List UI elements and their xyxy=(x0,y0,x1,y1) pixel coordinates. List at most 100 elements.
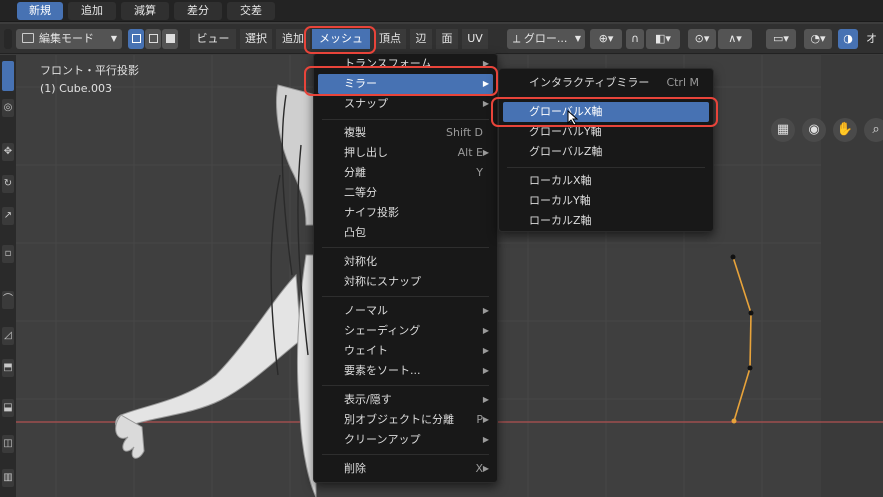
bevel-tool[interactable]: ◫ xyxy=(2,435,14,453)
mirror-item-local-x[interactable]: ローカルX軸 xyxy=(503,171,709,191)
tab-difference[interactable]: 差分 xyxy=(174,2,222,20)
orientation-axes-icon: ⟂ xyxy=(513,32,524,45)
edge-select-mode-button[interactable] xyxy=(145,29,161,49)
menu-uv[interactable]: UV xyxy=(462,29,488,49)
mesh-menu-item-split[interactable]: 分離 Y xyxy=(318,163,493,183)
mesh-menu: トランスフォーム ▶ ミラー ▶ スナップ ▶ 複製 Shift D 押し出し Alt E… xyxy=(313,53,498,483)
mesh-menu-item-snap[interactable]: スナップ ▶ xyxy=(318,94,493,114)
mode-select-label: 編集モード xyxy=(39,32,94,45)
mirror-item-label: ローカルY軸 xyxy=(529,194,591,207)
mesh-menu-item-duplicate[interactable]: 複製 Shift D xyxy=(318,123,493,143)
mesh-menu-item-separate[interactable]: 別オブジェクトに分離 P ▶ xyxy=(318,410,493,430)
gizmo-select[interactable]: ◔▾ xyxy=(804,29,832,49)
inset-icon: ⬓ xyxy=(3,402,13,413)
inset-tool[interactable]: ⬓ xyxy=(2,399,14,417)
camera-icon[interactable]: ◉ xyxy=(802,118,826,142)
mesh-menu-item-label: 対称化 xyxy=(344,255,377,268)
mesh-menu-item-delete[interactable]: 削除 X ▶ xyxy=(318,459,493,479)
mode-icon xyxy=(22,33,34,43)
submenu-arrow-icon: ▶ xyxy=(482,464,489,473)
menu-edge[interactable]: 辺 xyxy=(410,29,432,49)
mesh-menu-item-sort-elements[interactable]: 要素をソート... ▶ xyxy=(318,361,493,381)
extrude-tool[interactable]: ⬒ xyxy=(2,359,14,377)
cursor-tool[interactable]: ◎ xyxy=(2,99,14,117)
hand-icon[interactable]: ✋ xyxy=(833,118,857,142)
mirror-item-label: ローカルX軸 xyxy=(529,174,592,187)
vertex-select-mode-button[interactable] xyxy=(128,29,144,49)
mesh-menu-item-clean-up[interactable]: クリーンアップ ▶ xyxy=(318,430,493,450)
mirror-item-local-y[interactable]: ローカルY軸 xyxy=(503,191,709,211)
shortcut-label: Alt E xyxy=(457,146,483,159)
mesh-menu-item-knife-project[interactable]: ナイフ投影 xyxy=(318,203,493,223)
transform-tool[interactable]: ▫ xyxy=(2,245,14,263)
mirror-item-interactive[interactable]: インタラクティブミラー Ctrl M xyxy=(503,73,709,93)
mesh-menu-item-weights[interactable]: ウェイト ▶ xyxy=(318,341,493,361)
menu-vertex[interactable]: 頂点 xyxy=(374,29,406,49)
annotate-tool[interactable]: ⌒ xyxy=(2,291,14,309)
mesh-menu-item-label: ノーマル xyxy=(344,304,388,317)
active-object-name: (1) Cube.003 xyxy=(40,82,112,95)
mesh-menu-item-label: 複製 xyxy=(344,126,366,139)
mesh-menu-item-show-hide[interactable]: 表示/隠す ▶ xyxy=(318,390,493,410)
rotate-tool[interactable]: ↻ xyxy=(2,175,14,193)
overlays-icon: ◑ xyxy=(843,32,853,45)
mesh-menu-item-bisect[interactable]: 二等分 xyxy=(318,183,493,203)
measure-tool[interactable]: ◿ xyxy=(2,327,14,345)
menu-separator xyxy=(322,385,489,386)
shortcut-label: Ctrl M xyxy=(666,76,699,89)
mesh-menu-item-label: シェーディング xyxy=(344,324,421,337)
snap-target-icon: ◧▾ xyxy=(655,32,671,45)
select-box-tool[interactable] xyxy=(2,61,14,91)
mirror-item-local-z[interactable]: ローカルZ軸 xyxy=(503,211,709,231)
mode-select[interactable]: 編集モード ▼ xyxy=(16,29,122,49)
falloff-select[interactable]: ∧▾ xyxy=(718,29,752,49)
tab-new[interactable]: 新規 xyxy=(17,2,63,20)
magnet-icon: ∩ xyxy=(630,32,640,45)
tab-subtract[interactable]: 減算 xyxy=(121,2,169,20)
mesh-menu-item-snap-to-symmetry[interactable]: 対称にスナップ xyxy=(318,272,493,292)
proportional-icon: ⊙▾ xyxy=(694,32,710,45)
snap-target-select[interactable]: ◧▾ xyxy=(646,29,680,49)
face-select-mode-button[interactable] xyxy=(162,29,178,49)
menu-separator xyxy=(322,296,489,297)
proportional-edit-toggle[interactable]: ⊙▾ xyxy=(688,29,716,49)
mesh-menu-item-label: クリーンアップ xyxy=(344,433,421,446)
submenu-arrow-icon: ▶ xyxy=(482,326,489,335)
gizmo-icon: ◔▾ xyxy=(810,32,826,45)
editor-type-icon[interactable] xyxy=(4,29,12,49)
submenu-arrow-icon: ▶ xyxy=(482,306,489,315)
cursor-tool-icon: ◎ xyxy=(3,102,13,113)
mesh-menu-item-label: 凸包 xyxy=(344,226,366,239)
submenu-arrow-icon: ▶ xyxy=(482,366,489,375)
boolean-tab-bar: 新規 追加 減算 差分 交差 xyxy=(0,0,883,22)
mesh-menu-item-normals[interactable]: ノーマル ▶ xyxy=(318,301,493,321)
menu-face[interactable]: 面 xyxy=(436,29,458,49)
pivot-point-select[interactable]: ⊕▾ xyxy=(590,29,622,49)
tab-add[interactable]: 追加 xyxy=(68,2,116,20)
overlays-toggle[interactable]: ◑ xyxy=(838,29,858,49)
submenu-arrow-icon: ▶ xyxy=(482,346,489,355)
move-tool[interactable]: ✥ xyxy=(2,143,14,161)
loop-cut-tool[interactable]: ▥ xyxy=(2,469,14,487)
mesh-menu-item-label: ナイフ投影 xyxy=(344,206,399,219)
menu-select[interactable]: 選択 xyxy=(240,29,272,49)
scale-tool[interactable]: ↗ xyxy=(2,207,14,225)
submenu-arrow-icon: ▶ xyxy=(482,435,489,444)
view-object-types-select[interactable]: ▭▾ xyxy=(766,29,796,49)
mesh-menu-item-extrude[interactable]: 押し出し Alt E ▶ xyxy=(318,143,493,163)
submenu-arrow-icon: ▶ xyxy=(482,395,489,404)
edge-select-icon xyxy=(148,34,158,43)
zoom-icon[interactable]: ⌕ xyxy=(864,118,883,142)
tab-intersect[interactable]: 交差 xyxy=(227,2,275,20)
chevron-down-icon: ▼ xyxy=(110,34,117,43)
mesh-menu-item-shading[interactable]: シェーディング ▶ xyxy=(318,321,493,341)
grid-icon[interactable]: ▦ xyxy=(771,118,795,142)
mesh-menu-item-symmetrize[interactable]: 対称化 xyxy=(318,252,493,272)
transform-orientation-select[interactable]: ⟂ グロー... ▼ xyxy=(507,29,585,49)
snap-toggle[interactable]: ∩ xyxy=(626,29,644,49)
menu-view[interactable]: ビュー xyxy=(190,29,236,49)
mesh-menu-item-convex-hull[interactable]: 凸包 xyxy=(318,223,493,243)
character-mesh xyxy=(115,84,317,497)
mirror-item-global-z[interactable]: グローバルZ軸 xyxy=(503,142,709,162)
highlight-ring-global-x xyxy=(491,97,718,127)
